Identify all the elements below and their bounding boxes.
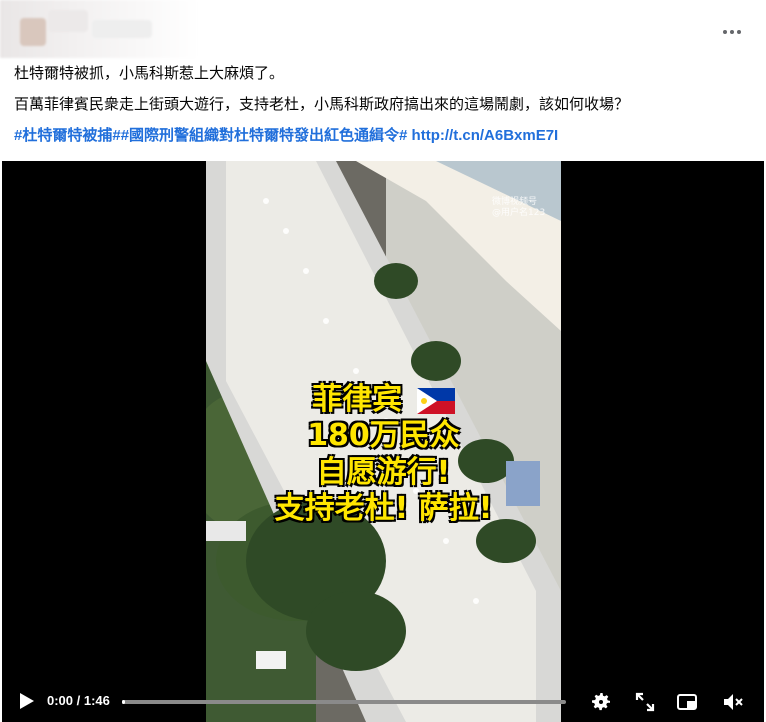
- volume-muted-icon[interactable]: [721, 690, 745, 714]
- video-progress-bar[interactable]: [122, 700, 566, 704]
- more-horizontal-icon: [723, 30, 727, 34]
- video-controls: 0:00 / 1:46: [2, 681, 764, 722]
- more-options-button[interactable]: [714, 14, 750, 50]
- post-header: [0, 0, 766, 62]
- video-player[interactable]: 微博视频号 @用户名123 菲律宾 180万民众 自愿游行! 支持老杜! 萨拉!…: [2, 161, 764, 722]
- hashtag-line: #杜特爾特被捕##國際刑警組織對杜特爾特發出紅色通緝令# http://t.cn…: [14, 126, 754, 146]
- author-avatar-blurred[interactable]: [0, 0, 200, 58]
- overlay-caption-line-4: 支持老杜! 萨拉!: [274, 491, 493, 526]
- expand-icon[interactable]: [633, 690, 657, 714]
- picture-in-picture-icon[interactable]: [675, 690, 699, 714]
- video-time: 0:00 / 1:46: [47, 693, 110, 708]
- play-icon[interactable]: [16, 691, 36, 711]
- hashtag-link-1[interactable]: #杜特爾特被捕#: [14, 127, 121, 144]
- post-line-1: 杜特爾特被抓，小馬科斯惹上大麻煩了。: [14, 65, 285, 82]
- post-line-2: 百萬菲律賓民衆走上街頭大遊行，支持老杜，小馬科斯政府搞出來的這場鬧劇，該如何收場…: [14, 96, 630, 113]
- video-frame[interactable]: 微博视频号 @用户名123 菲律宾 180万民众 自愿游行! 支持老杜! 萨拉!: [206, 161, 561, 722]
- video-watermark: 微博视频号 @用户名123: [492, 197, 546, 218]
- short-url-link[interactable]: http://t.cn/A6BxmE7I: [412, 127, 559, 144]
- gear-icon[interactable]: [589, 690, 613, 714]
- hashtag-link-2[interactable]: #國際刑警組織對杜特爾特發出紅色通緝令#: [121, 127, 408, 144]
- video-progress-fill: [122, 700, 125, 704]
- post-body: 杜特爾特被抓，小馬科斯惹上大麻煩了。 百萬菲律賓民衆走上街頭大遊行，支持老杜，小…: [14, 64, 754, 157]
